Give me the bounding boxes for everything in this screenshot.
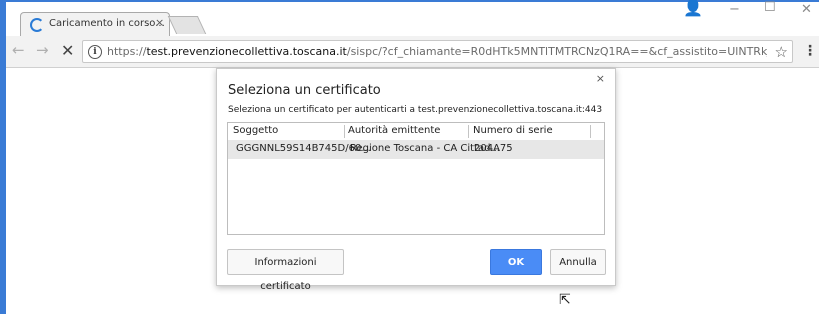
table-row[interactable]: GGGNNL59S14B745D/60... Regione Toscana -… (228, 140, 604, 159)
column-header-autorita[interactable]: Autorità emittente (348, 125, 440, 136)
forward-arrow-icon[interactable]: → (36, 43, 49, 58)
loading-spinner-icon (30, 18, 44, 32)
certificate-info-button[interactable]: Informazioni certificato (227, 249, 344, 292)
new-tab-button[interactable] (167, 16, 207, 34)
url-text[interactable]: https://test.prevenzionecollettiva.tosca… (107, 45, 767, 58)
column-divider[interactable] (468, 125, 469, 138)
column-divider[interactable] (590, 125, 591, 138)
certificate-list[interactable]: Soggetto Autorità emittente Numero di se… (227, 122, 605, 235)
browser-menu-icon[interactable]: ⋮ (803, 43, 817, 59)
browser-toolbar: ← → ✕ i https://test.prevenzionecolletti… (6, 36, 819, 68)
column-divider[interactable] (344, 125, 345, 138)
dialog-title: Seleziona un certificato (228, 83, 381, 98)
column-header-numero[interactable]: Numero di serie (473, 125, 553, 136)
stop-loading-icon[interactable]: ✕ (61, 43, 74, 59)
address-bar[interactable]: i https://test.prevenzionecollettiva.tos… (82, 40, 793, 63)
tab-title: Caricamento in corso... (49, 18, 165, 29)
profile-icon[interactable]: 👤 (683, 0, 703, 17)
url-protocol: https:// (107, 45, 147, 58)
column-header-soggetto[interactable]: Soggetto (233, 125, 278, 136)
url-path: /sispc/?cf_chiamante=R0dHTk5MNTlTMTRCNzQ… (346, 45, 767, 58)
tab-close-icon[interactable]: × (155, 16, 164, 29)
maximize-icon[interactable]: ☐ (764, 0, 776, 15)
dialog-subtitle: Seleziona un certificato per autenticart… (228, 105, 603, 115)
cancel-button[interactable]: Annulla (550, 249, 606, 275)
dialog-close-icon[interactable]: × (596, 72, 605, 85)
url-host: test.prevenzionecollettiva.toscana.it (146, 45, 347, 58)
bookmark-star-icon[interactable]: ☆ (775, 43, 788, 61)
tab-active[interactable]: Caricamento in corso... × (20, 12, 170, 36)
info-icon[interactable]: i (88, 45, 102, 59)
mouse-cursor-icon: ⇱ (559, 292, 571, 308)
minimize-icon[interactable]: − (729, 2, 740, 17)
cell-numero: 204A75 (474, 143, 513, 154)
list-header: Soggetto Autorità emittente Numero di se… (228, 123, 604, 141)
certificate-dialog: × Seleziona un certificato Seleziona un … (216, 68, 616, 292)
back-arrow-icon[interactable]: ← (12, 43, 25, 58)
close-window-icon[interactable]: ✕ (801, 2, 812, 17)
ok-button[interactable]: OK (490, 249, 542, 275)
